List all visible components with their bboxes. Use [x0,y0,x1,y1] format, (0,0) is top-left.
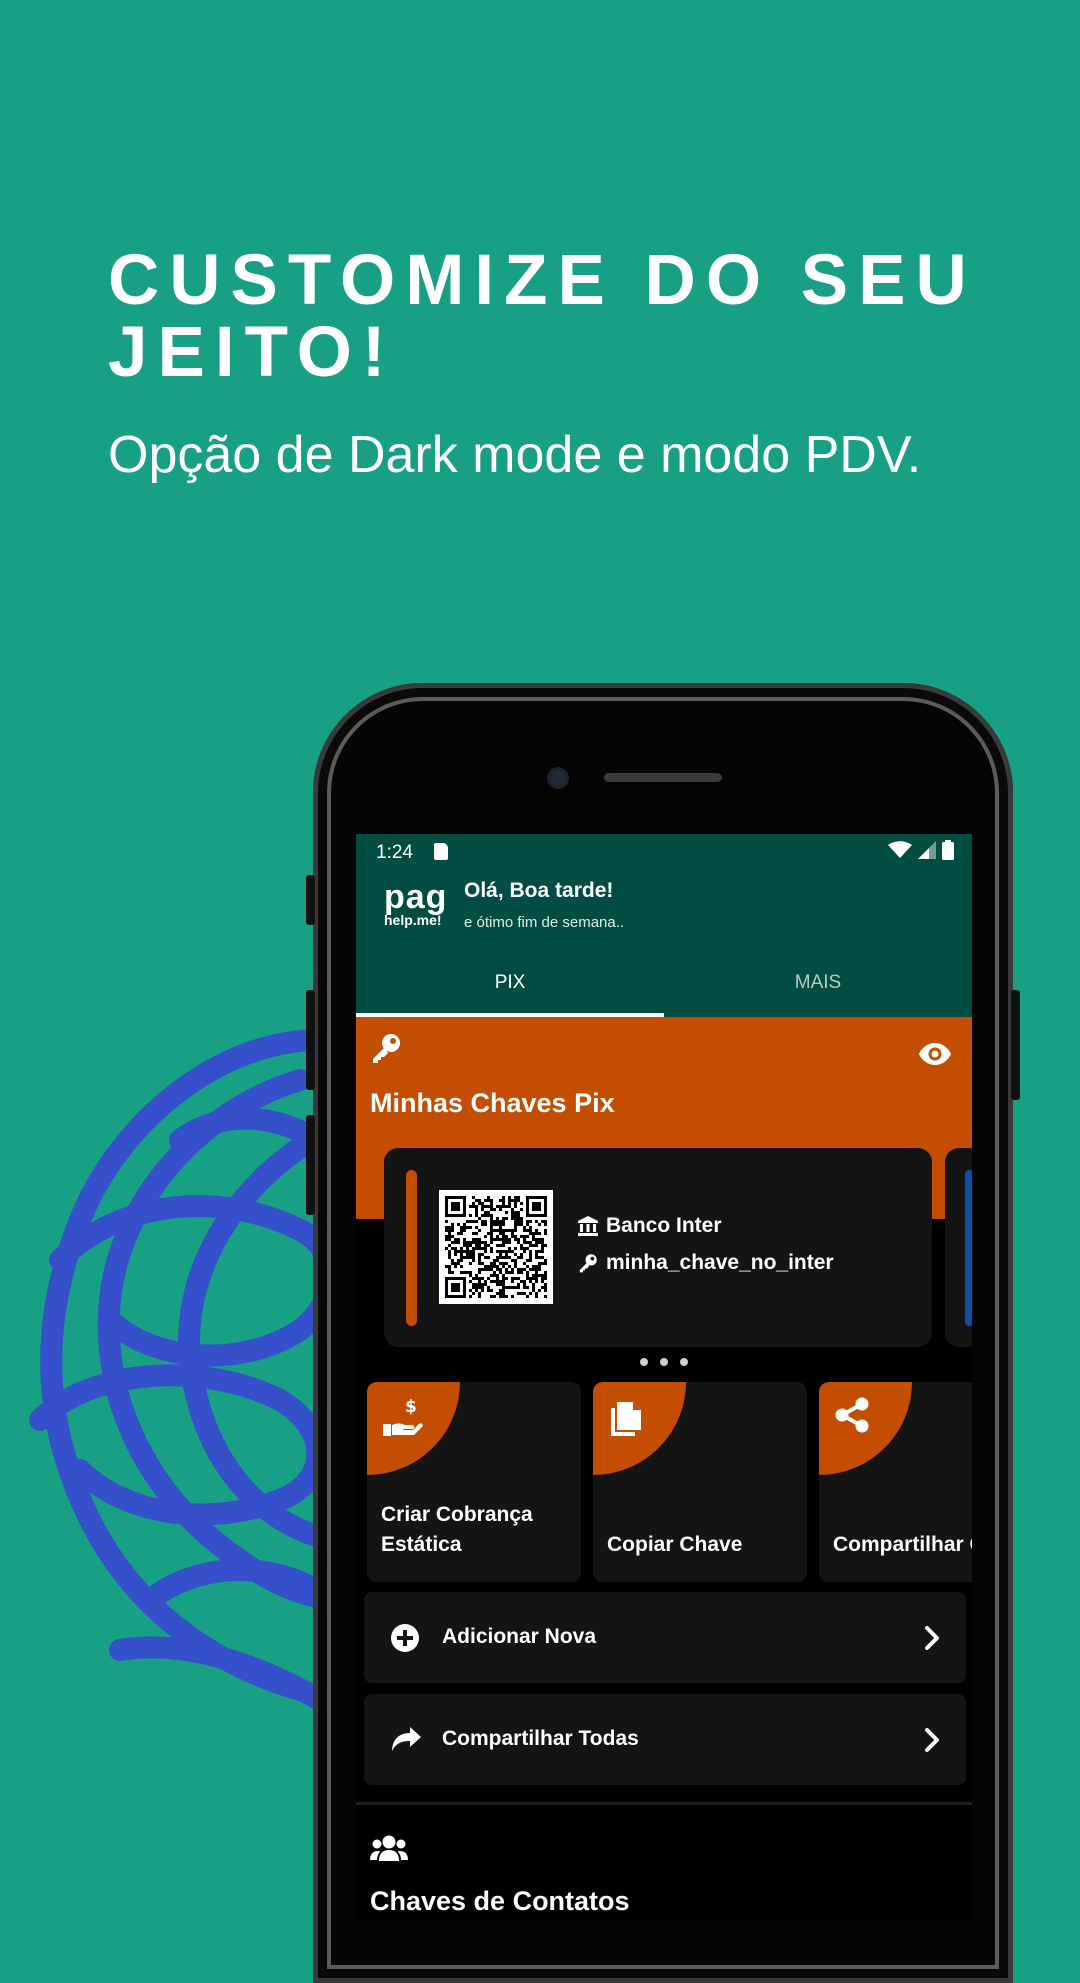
chevron-right-icon [925,1626,939,1650]
plus-circle-icon [391,1624,419,1652]
share-key-button[interactable]: Compartilhar Chave [819,1382,972,1582]
share-all-label: Compartilhar Todas [442,1727,639,1750]
contacts-keys-title: Chaves de Contatos [370,1886,630,1916]
bank-name: Banco Inter [606,1214,722,1237]
action-label: Criar Cobrança Estática [381,1503,533,1556]
key-card-accent [406,1170,417,1326]
key-small-icon [579,1254,597,1273]
qr-code [439,1190,553,1304]
promo-subline: Opção de Dark mode e modo PDV. [108,426,922,484]
key-row: minha_chave_no_inter [578,1251,834,1275]
pix-key-card-next[interactable] [945,1148,972,1347]
carousel-dots [640,1358,688,1366]
action-label: Compartilhar Chave [833,1533,972,1556]
share-arrow-icon [392,1727,421,1751]
greeting-text: Olá, Boa tarde! [464,879,614,902]
bank-row: Banco Inter [578,1214,722,1238]
sd-card-icon [434,843,448,860]
signal-icon [918,841,936,859]
eye-icon[interactable] [918,1042,952,1066]
svg-text:$: $ [405,1397,417,1417]
status-time: 1:24 [376,842,413,863]
users-icon [370,1835,408,1861]
section-divider [356,1802,972,1805]
bank-icon [578,1216,598,1236]
share-icon [835,1397,869,1433]
phone-side-button-left-1 [306,875,315,925]
tab-pix[interactable]: PIX [356,972,664,994]
carousel-dot [660,1358,668,1366]
phone-side-button-left-2 [306,990,315,1090]
blue-scribble-decoration [29,1029,340,1711]
chevron-right-icon [925,1728,939,1752]
key-icon [373,1034,400,1063]
copy-icon [611,1402,641,1436]
status-icons [888,840,954,860]
next-card-accent [965,1170,972,1326]
pix-key-value: minha_chave_no_inter [606,1251,834,1274]
add-new-key-button[interactable]: Adicionar Nova [364,1592,966,1683]
phone-camera [550,770,566,786]
promo-headline: CUSTOMIZE DO SEU JEITO! [108,241,977,392]
app-screen: 1:24 pag help.me! Olá, Boa tarde! e ótim… [356,834,972,1920]
tab-mais[interactable]: MAIS [664,972,972,994]
carousel-dot [640,1358,648,1366]
add-new-label: Adicionar Nova [442,1625,597,1648]
share-all-button[interactable]: Compartilhar Todas [364,1694,966,1785]
phone-side-button-right [1011,990,1020,1100]
phone-side-button-left-3 [306,1115,315,1215]
battery-icon [942,840,954,860]
wifi-icon [888,841,912,858]
copy-key-button[interactable]: Copiar Chave [593,1382,807,1582]
carousel-dot [680,1358,688,1366]
greeting-subtitle: e ótimo fim de semana.. [464,914,625,931]
phone-speaker [604,773,722,782]
action-label: Copiar Chave [607,1533,743,1556]
app-header: 1:24 pag help.me! Olá, Boa tarde! e ótim… [356,834,972,1017]
app-logo-tagline: help.me! [384,912,442,928]
hand-dollar-icon: $ [383,1397,423,1436]
my-keys-title: Minhas Chaves Pix [370,1088,615,1118]
pix-key-card[interactable]: Banco Inter minha_chave_no_inter [384,1148,932,1347]
create-static-charge-button[interactable]: $ Criar Cobrança Estática [367,1382,581,1582]
